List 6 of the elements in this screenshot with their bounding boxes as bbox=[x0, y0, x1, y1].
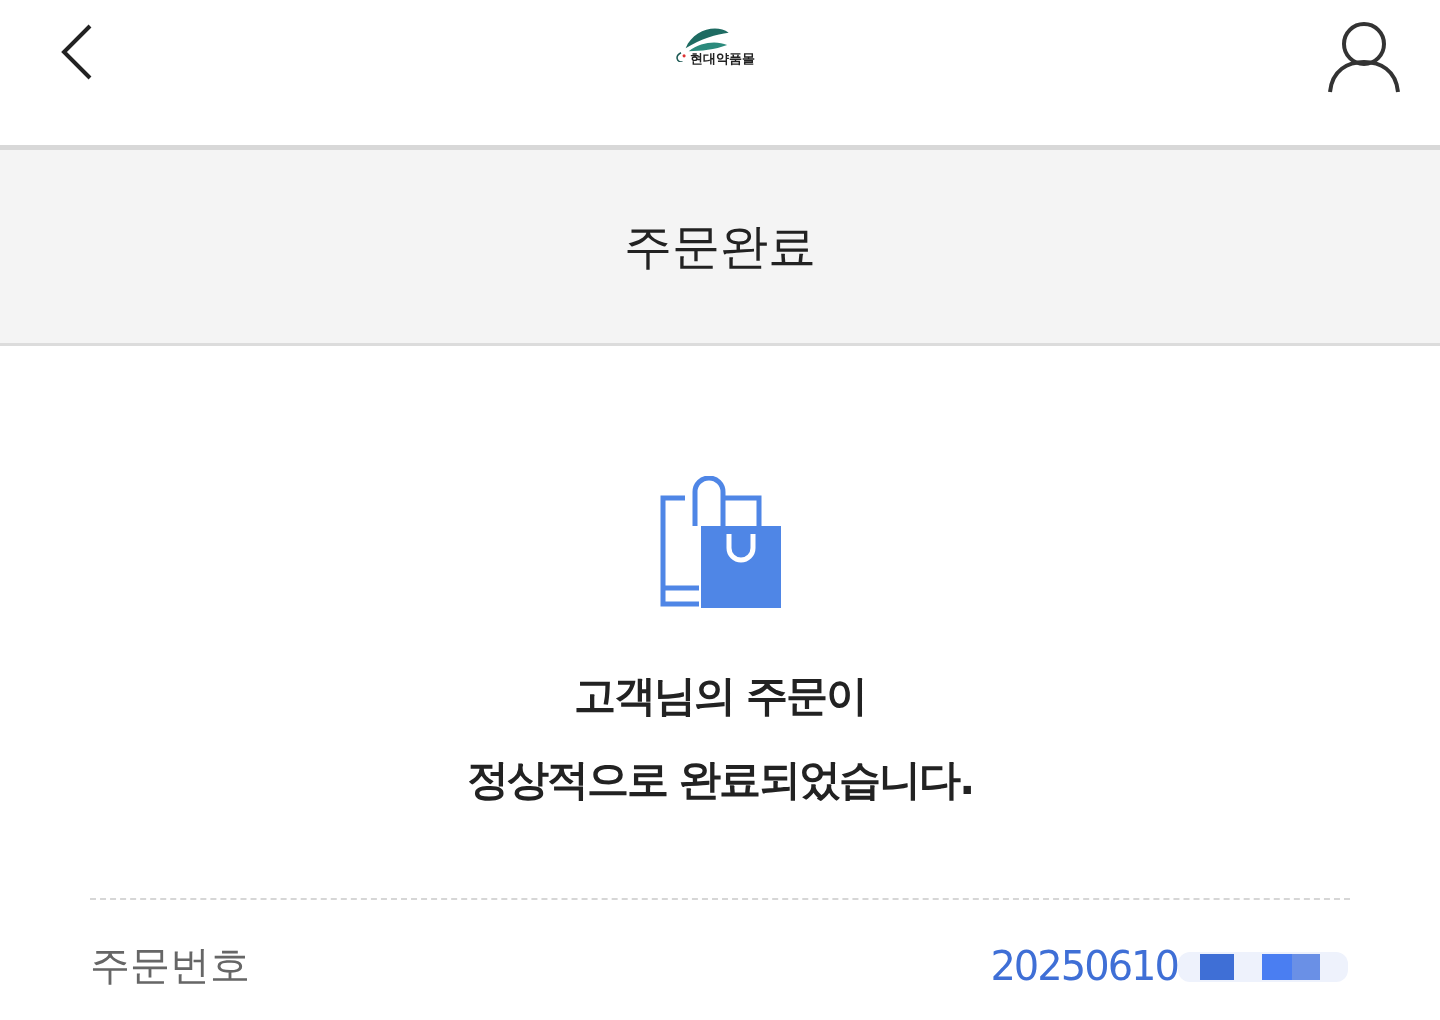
completion-message: 정상적으로 완료되었습니다. bbox=[466, 754, 974, 806]
completion-message: 고객님의 주문이 bbox=[573, 670, 867, 722]
logo-text: 현대약품몰 bbox=[689, 50, 755, 68]
order-number-label: 주문번호 bbox=[90, 941, 250, 990]
page-title: 주문완료 bbox=[624, 216, 816, 276]
order-number: 20250610 bbox=[990, 942, 1178, 989]
